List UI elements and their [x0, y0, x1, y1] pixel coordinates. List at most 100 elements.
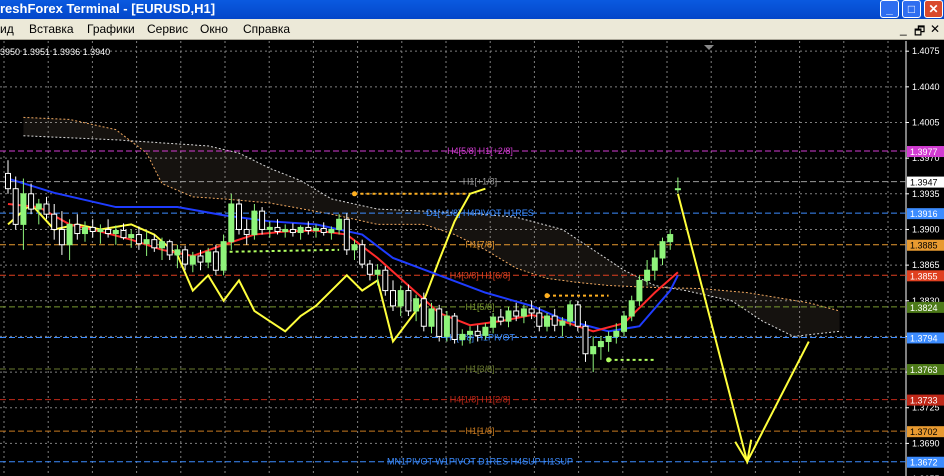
support-dots — [223, 248, 340, 253]
candle-body — [528, 308, 535, 314]
candle-body — [644, 269, 651, 281]
level-price-badge-text: 1.3794 — [910, 333, 938, 343]
candle-body — [413, 298, 420, 312]
candle-body — [674, 188, 681, 191]
menu-help[interactable]: Справка — [243, 22, 290, 36]
level-price-badge-text: 1.3733 — [910, 396, 938, 406]
candle-body — [297, 226, 304, 234]
candle-body — [328, 228, 335, 234]
mdi-close-button[interactable]: ✕ — [930, 22, 940, 36]
price-chart[interactable]: 1.4075 1.4040 1.4005 1.3970 1.3935 1.3900 1.38… — [0, 41, 944, 476]
candle-body — [236, 203, 242, 230]
candle-body — [590, 346, 597, 355]
candle-body — [89, 226, 96, 233]
candle-body — [621, 315, 627, 332]
candle-body — [259, 210, 266, 230]
menu-insert[interactable]: Вставка — [29, 22, 74, 36]
price-tick-label: 1.3865 — [912, 260, 940, 270]
level-label: H1[7/8] — [465, 240, 494, 250]
candle-body — [559, 320, 566, 326]
level-label: D1[+1/8] H4PIVOT H1RES — [426, 208, 534, 218]
candle-body — [336, 218, 343, 230]
menu-charts[interactable]: Графики — [87, 22, 135, 36]
candle-body — [128, 234, 135, 239]
candle-body — [51, 213, 58, 230]
candle-body — [189, 255, 196, 265]
mdi-restore-button[interactable]: 🗗 — [914, 22, 925, 43]
candle-body — [20, 193, 27, 225]
price-tick-label: 1.4075 — [912, 46, 940, 56]
candle-body — [497, 316, 504, 322]
level-label: H1[3/8] — [465, 364, 494, 374]
candle-body — [143, 239, 150, 245]
candle-body — [520, 308, 527, 317]
maximize-button[interactable]: □ — [902, 0, 921, 18]
level-price-badge-text: 1.3702 — [910, 427, 938, 437]
price-tick-label: 1.4040 — [912, 82, 940, 92]
candle-body — [74, 223, 81, 235]
candle-body — [282, 228, 289, 233]
menu-window[interactable]: Окно — [200, 22, 228, 36]
candle-body — [182, 249, 189, 265]
candle-body — [405, 290, 412, 312]
candle-body — [428, 308, 435, 327]
level-price-badge-text: 1.3824 — [910, 303, 938, 313]
candle-body — [212, 251, 219, 271]
close-button[interactable]: ✕ — [924, 0, 943, 18]
candle-body — [567, 304, 574, 322]
level-label: H1[+1/8] — [463, 177, 497, 187]
menu-tools[interactable]: Сервис — [147, 22, 188, 36]
candle-body — [582, 325, 589, 355]
candle-body — [613, 330, 620, 337]
candle-body — [135, 234, 142, 245]
candle-body — [374, 269, 381, 275]
candle-body — [97, 228, 104, 233]
candle-body — [305, 226, 312, 231]
candle-body — [274, 226, 281, 233]
candle-body — [266, 226, 273, 230]
resistance-dot-start — [352, 191, 357, 197]
candle-body — [120, 229, 127, 239]
level-price-badge-text: 1.3672 — [910, 458, 938, 468]
candle-body — [651, 257, 658, 271]
candle-body — [12, 188, 19, 225]
candle-body — [574, 304, 581, 327]
price-tick-label: 1.3935 — [912, 189, 940, 199]
candle-body — [197, 255, 204, 263]
level-label: H1[1/8] — [465, 426, 494, 436]
candle-body — [544, 315, 550, 327]
candle-body — [474, 330, 481, 336]
candle-body — [482, 326, 489, 336]
candle-body — [174, 249, 181, 256]
support-dot-start — [606, 357, 612, 363]
candle-body — [220, 241, 227, 271]
candle-body — [58, 228, 65, 246]
candle-body — [513, 310, 520, 317]
candle-body — [205, 251, 212, 263]
level-price-badge-text: 1.3977 — [910, 147, 938, 157]
chart-canvas: 1.40751.40401.40051.39701.39351.39001.38… — [0, 41, 944, 476]
candle-body — [443, 315, 450, 337]
candle-body — [228, 203, 235, 243]
candle-body — [490, 316, 497, 328]
candle-body — [390, 290, 396, 307]
candle-body — [5, 172, 11, 190]
level-label: H1[5/8] — [465, 302, 494, 312]
mdi-minimize-button[interactable]: _ — [900, 22, 907, 36]
level-label: MN1PIVOT W1PIVOT D1RES H4SUP H1SUP — [387, 457, 573, 467]
candle-body — [251, 210, 258, 236]
candle-body — [659, 241, 666, 259]
candle-body — [366, 263, 373, 275]
candle-body — [382, 269, 389, 292]
candle-body — [359, 244, 366, 265]
candle-body — [66, 223, 73, 246]
candle-body — [536, 312, 543, 327]
candle-body — [43, 203, 50, 215]
minimize-button[interactable]: _ — [880, 0, 899, 18]
candle-body — [436, 308, 443, 337]
candle-body — [551, 315, 558, 326]
price-tick-label: 1.3900 — [912, 224, 940, 234]
level-price-badge-text: 1.3947 — [910, 178, 938, 188]
chart-shift-marker — [704, 45, 714, 50]
menu-view[interactable]: ид — [0, 22, 14, 36]
